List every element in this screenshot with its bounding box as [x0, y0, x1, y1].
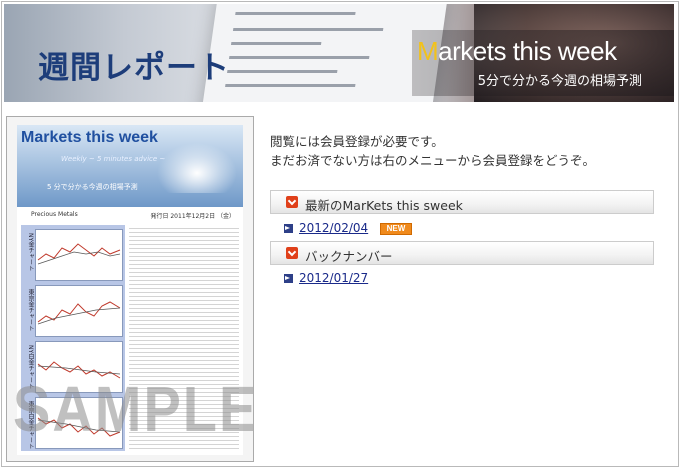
latest-section-header: 最新のMarKets this sweek [270, 190, 654, 214]
chart-label-tokyo-gold: 東京金チャート [27, 289, 34, 331]
backnumber-link[interactable]: 2012/01/27 [299, 271, 368, 285]
bullet-arrow-icon [284, 274, 293, 283]
banner-title-en-rest: arkets this week [438, 36, 617, 66]
sample-meta-row: Precious Metals 発行日 2011年12月2日 （金） [21, 211, 239, 221]
chart-line-graphic [37, 243, 121, 265]
chart-line-graphic [37, 301, 121, 325]
banner-title-en-initial: M [417, 36, 439, 66]
bullet-arrow-icon [284, 224, 293, 233]
banner-title-en: Markets this week [417, 36, 617, 67]
sample-header-sub2: 5 分で分かる今週の相場予測 [47, 183, 138, 191]
notice-line-2: まだお済でない方は右のメニューから会員登録をどうぞ。 [270, 153, 596, 168]
chart-label-ny-gold: NY金チャート [27, 233, 34, 272]
sample-meta-left: Precious Metals [31, 211, 78, 218]
backnumber-section-label: バックナンバー [305, 249, 393, 264]
chart-thumb [35, 229, 123, 281]
chart-thumb [35, 285, 123, 337]
banner-title-jp: 週間レポート [38, 50, 230, 86]
latest-section-label: 最新のMarKets this sweek [305, 198, 463, 213]
sample-header-title: Markets this week [21, 129, 158, 146]
newspaper-graphic [199, 4, 449, 102]
sample-header-sub1: Weekly ~ 5 minutes advice ~ [61, 155, 166, 163]
latest-report-link[interactable]: 2012/02/04 [299, 221, 368, 235]
sample-meta-right: 発行日 2011年12月2日 （金） [150, 213, 235, 220]
arrow-down-right-icon [286, 247, 298, 259]
notice-line-1: 閲覧には会員登録が必要です。 [270, 134, 444, 149]
weekly-report-banner: 週間レポート Markets this week 5分で分かる今週の相場予測 [4, 4, 674, 102]
arrow-down-right-icon [286, 196, 298, 208]
banner-subtitle: 5分で分かる今週の相場予測 [477, 74, 642, 89]
new-badge: NEW [380, 223, 412, 235]
backnumber-section-header: バックナンバー [270, 241, 654, 265]
sample-report-preview: Markets this week Weekly ~ 5 minutes adv… [6, 116, 254, 462]
sample-watermark: SAMPLE [13, 372, 254, 445]
splash-graphic [157, 143, 237, 193]
membership-notice: 閲覧には会員登録が必要です。 まだお済でない方は右のメニューから会員登録をどうぞ… [270, 132, 595, 170]
sample-report-header: Markets this week Weekly ~ 5 minutes adv… [17, 125, 243, 207]
